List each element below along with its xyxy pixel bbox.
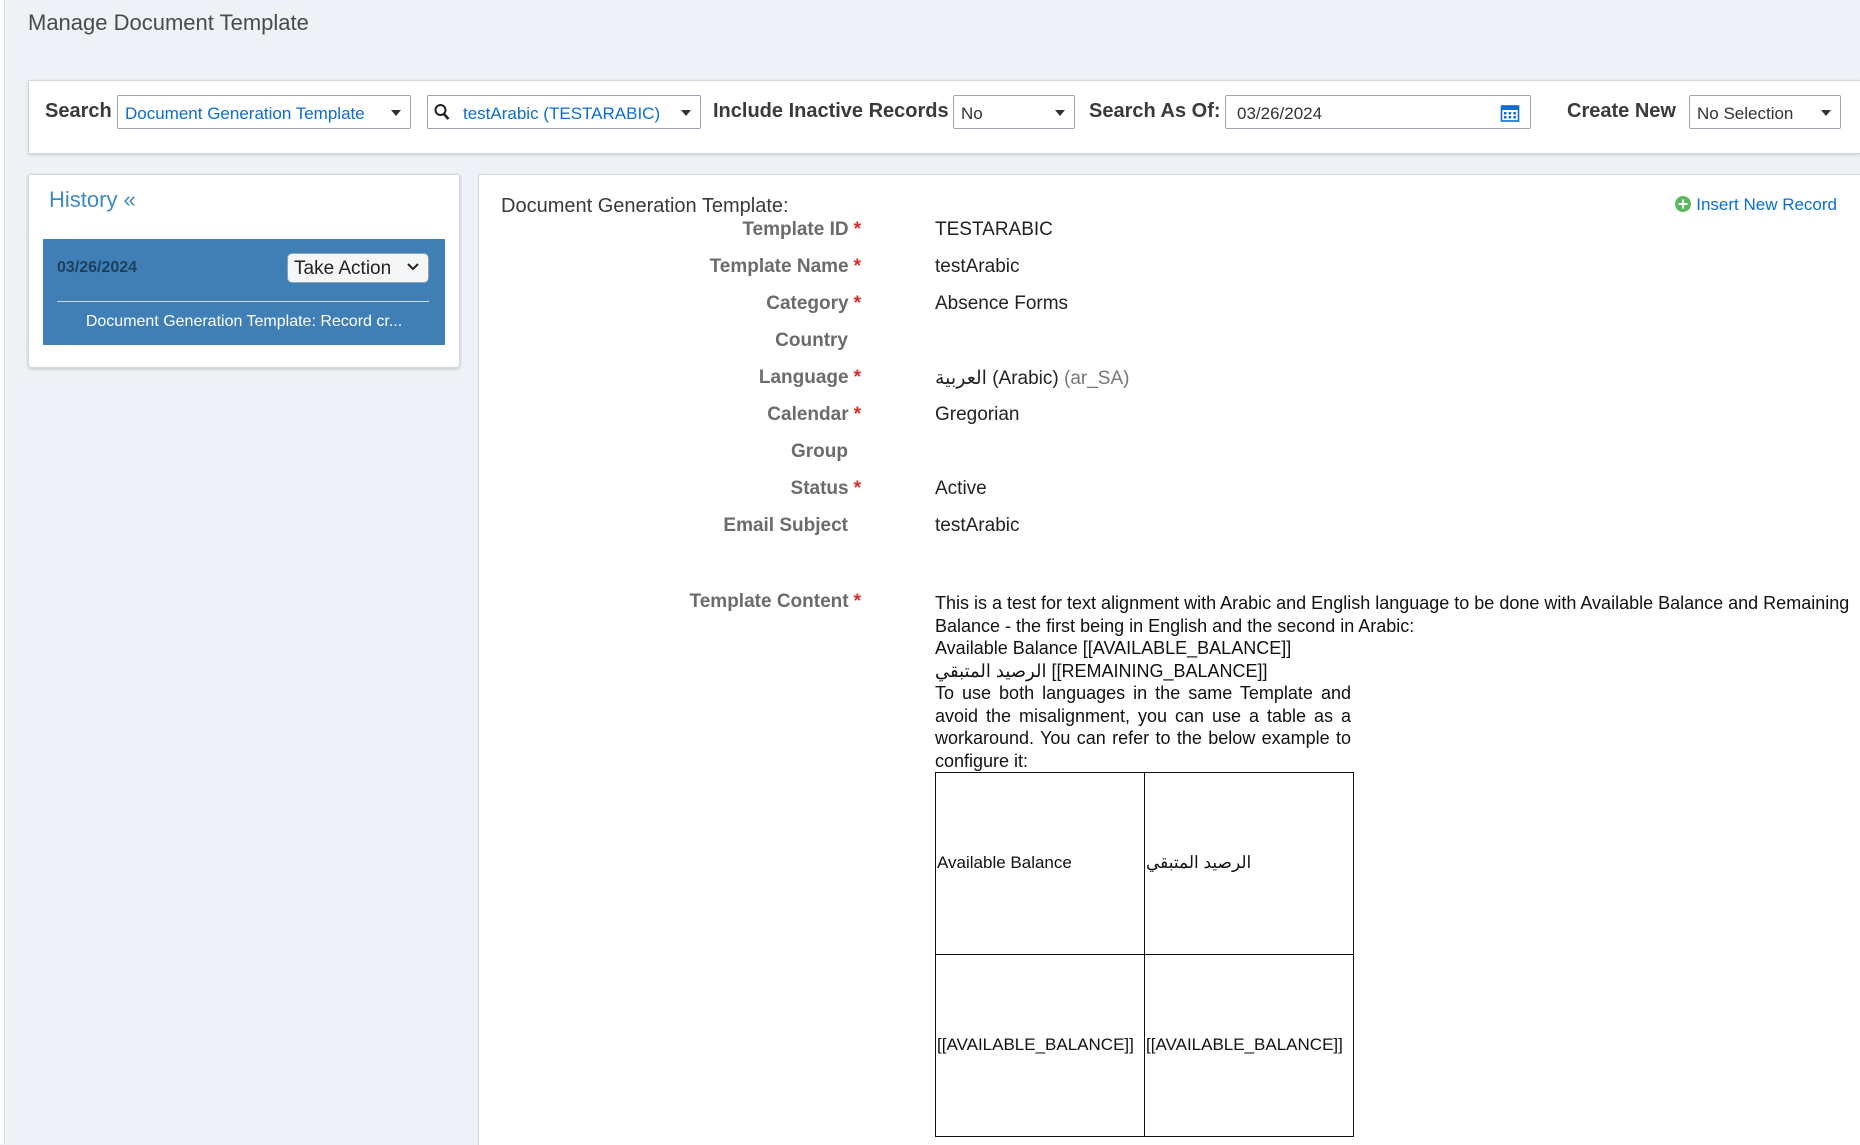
take-action-button[interactable]: Take Action — [287, 253, 429, 283]
table-row: [[AVAILABLE_BALANCE]] [[AVAILABLE_BALANC… — [935, 954, 1354, 1137]
template-id-value: TESTARABIC — [935, 219, 1053, 240]
create-new-label: Create New — [1567, 100, 1676, 122]
search-icon — [434, 104, 450, 120]
history-toggle[interactable]: History « — [49, 187, 136, 213]
content-paragraph: To use both languages in the same Templa… — [935, 683, 1351, 771]
caret-down-icon — [1055, 110, 1065, 116]
caret-down-icon — [1821, 110, 1831, 116]
caret-down-icon — [681, 110, 691, 116]
history-entry-description: Document Generation Template: Record cr.… — [85, 313, 403, 330]
left-edge — [0, 0, 5, 1144]
take-action-label: Take Action — [294, 258, 392, 279]
history-entry[interactable]: 03/26/2024 Take Action Document Generati… — [43, 239, 445, 345]
create-new-value: No Selection — [1697, 104, 1794, 123]
email-subject-value: testArabic — [935, 515, 1020, 536]
insert-new-record-link[interactable]: Insert New Record — [1674, 195, 1837, 215]
caret-down-icon — [391, 110, 401, 116]
search-as-of-label: Search As Of: — [1089, 100, 1221, 122]
language-label: Language * — [758, 367, 861, 388]
calendar-label: Calendar * — [767, 404, 861, 425]
example-table: Available Balance الرصيد المتبقي [[AVAIL… — [935, 772, 1354, 1137]
table-cell: [[AVAILABLE_BALANCE]] — [935, 954, 1145, 1137]
page-title: Manage Document Template — [28, 10, 309, 35]
search-type-select[interactable]: Document Generation Template — [117, 95, 411, 129]
content-line: Available Balance [[AVAILABLE_BALANCE]] — [935, 638, 1292, 658]
template-name-label: Template Name * — [709, 256, 861, 277]
chevron-down-icon — [407, 263, 419, 271]
history-panel: History « 03/26/2024 Take Action Documen… — [28, 174, 460, 368]
template-name-value: testArabic — [935, 256, 1020, 277]
calendar-icon[interactable] — [1500, 103, 1520, 123]
content-line: الرصيد المتبقي [[REMAINING_BALANCE]] — [935, 660, 1268, 681]
template-id-label: Template ID * — [742, 219, 861, 240]
search-query-input[interactable]: testArabic (TESTARABIC) — [427, 95, 701, 129]
main-panel: Document Generation Template: Insert New… — [478, 174, 1860, 1145]
category-label: Category * — [766, 293, 861, 314]
search-as-of-value: 03/26/2024 — [1237, 104, 1323, 123]
table-row: Available Balance الرصيد المتبقي — [935, 772, 1354, 955]
language-value: العربية (Arabic) (ar_SA) — [935, 368, 1130, 389]
search-label: Search — [45, 100, 112, 122]
insert-new-record-label: Insert New Record — [1696, 195, 1837, 214]
search-as-of-date-field[interactable]: 03/26/2024 — [1225, 95, 1531, 129]
table-cell: [[AVAILABLE_BALANCE]] — [1144, 954, 1354, 1137]
template-content: This is a test for text alignment with A… — [935, 592, 1853, 1137]
calendar-value: Gregorian — [935, 404, 1020, 425]
include-inactive-value: No — [961, 104, 983, 123]
include-inactive-select[interactable]: No — [953, 95, 1075, 129]
category-value: Absence Forms — [935, 293, 1069, 314]
content-paragraph: This is a test for text alignment with A… — [935, 593, 1850, 636]
table-cell: الرصيد المتبقي — [1144, 772, 1354, 955]
section-heading: Document Generation Template: — [501, 195, 789, 217]
history-entry-date: 03/26/2024 — [57, 259, 138, 276]
group-label: Group — [791, 441, 848, 462]
divider — [57, 301, 429, 302]
status-value: Active — [935, 478, 987, 499]
include-inactive-label: Include Inactive Records — [713, 100, 949, 122]
create-new-select[interactable]: No Selection — [1689, 95, 1841, 129]
status-label: Status * — [790, 478, 861, 499]
template-content-label: Template Content * — [689, 591, 861, 612]
email-subject-label: Email Subject — [723, 515, 848, 536]
add-circle-icon — [1675, 196, 1692, 212]
search-type-value: Document Generation Template — [125, 104, 365, 123]
search-bar: Search Document Generation Template test… — [28, 80, 1860, 154]
search-query-value: testArabic (TESTARABIC) — [463, 104, 661, 123]
table-cell: Available Balance — [935, 772, 1145, 955]
country-label: Country — [775, 330, 848, 351]
